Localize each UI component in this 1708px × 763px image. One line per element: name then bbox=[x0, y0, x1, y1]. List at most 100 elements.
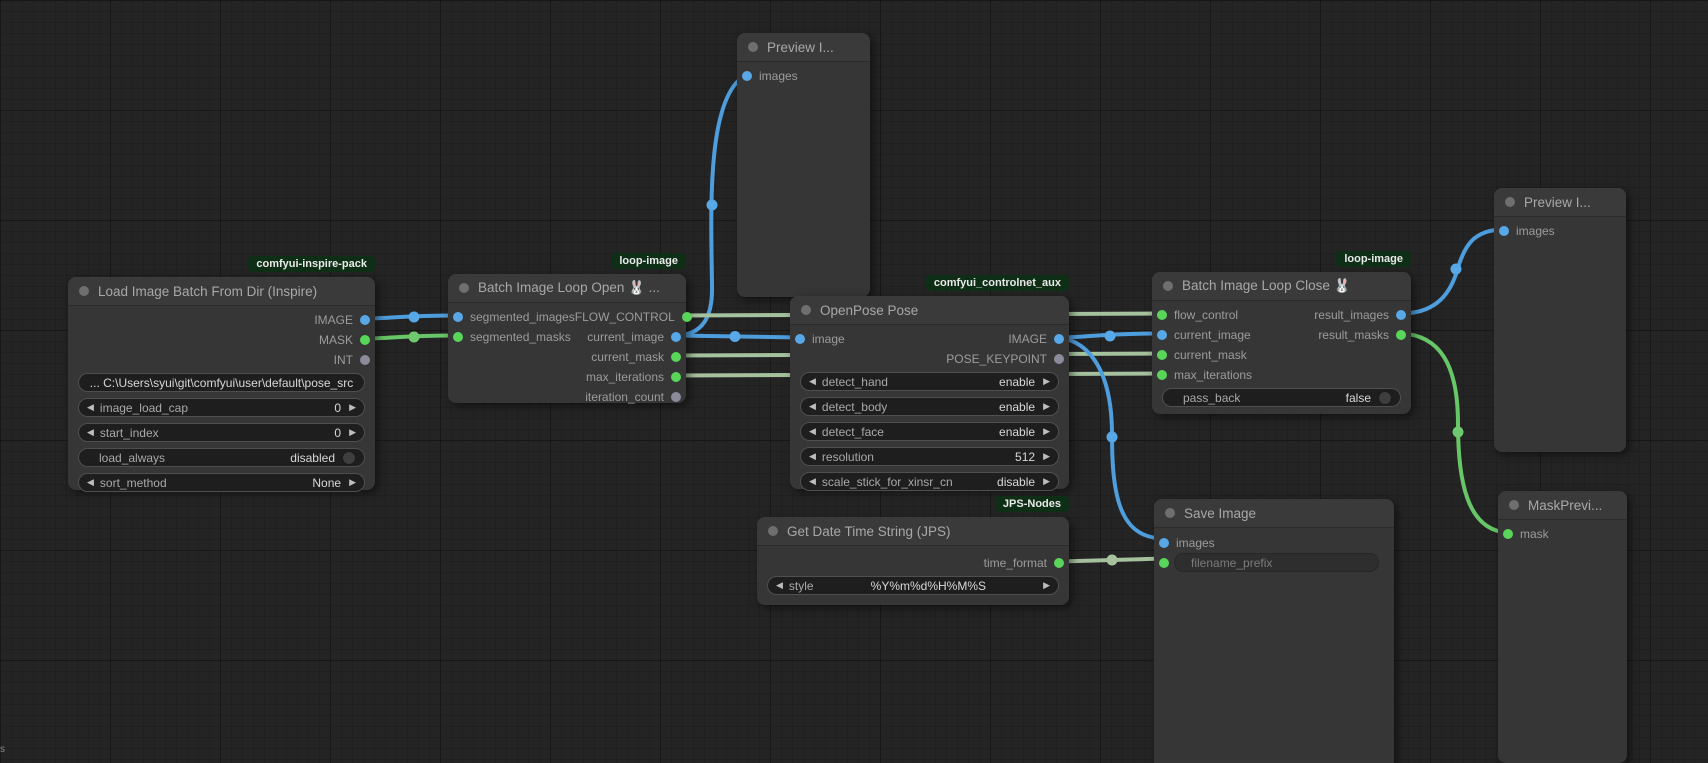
input-port-image[interactable] bbox=[795, 334, 805, 344]
pass-back-toggle[interactable]: pass_back false bbox=[1162, 388, 1401, 407]
output-port-result-images[interactable] bbox=[1396, 310, 1406, 320]
directory-path-value: ... C:\Users\syui\git\comfyui\user\defau… bbox=[90, 376, 353, 390]
decrement-arrow-icon[interactable]: ◀ bbox=[809, 452, 816, 461]
node-graph-canvas[interactable]: Preview I... images comfyui-inspire-pack… bbox=[0, 0, 1708, 763]
input-port-mask[interactable] bbox=[1503, 529, 1513, 539]
node-collapse-dot[interactable] bbox=[459, 283, 469, 293]
output-port-image[interactable] bbox=[1054, 334, 1064, 344]
node-titlebar[interactable]: Batch Image Loop Open 🐰 ... bbox=[448, 274, 686, 303]
node-titlebar[interactable]: MaskPrevi... bbox=[1498, 491, 1627, 520]
node-titlebar[interactable]: Preview I... bbox=[737, 33, 870, 62]
slot-label: segmented_images bbox=[470, 310, 575, 324]
input-port-max-iterations[interactable] bbox=[1157, 370, 1167, 380]
output-port-max-iterations[interactable] bbox=[671, 372, 681, 382]
increment-arrow-icon[interactable]: ▶ bbox=[1043, 377, 1050, 386]
output-port-time-format[interactable] bbox=[1054, 558, 1064, 568]
node-titlebar[interactable]: Save Image bbox=[1154, 499, 1394, 528]
node-load-image-batch[interactable]: comfyui-inspire-pack Load Image Batch Fr… bbox=[68, 277, 375, 490]
output-port-current-image[interactable] bbox=[671, 332, 681, 342]
decrement-arrow-icon[interactable]: ◀ bbox=[87, 428, 94, 437]
increment-arrow-icon[interactable]: ▶ bbox=[349, 478, 356, 487]
node-collapse-dot[interactable] bbox=[1505, 197, 1515, 207]
node-titlebar[interactable]: Get Date Time String (JPS) bbox=[757, 517, 1069, 546]
decrement-arrow-icon[interactable]: ◀ bbox=[809, 377, 816, 386]
node-titlebar[interactable]: Load Image Batch From Dir (Inspire) bbox=[68, 277, 375, 306]
decrement-arrow-icon[interactable]: ◀ bbox=[776, 581, 783, 590]
node-title: Preview I... bbox=[767, 40, 834, 55]
input-port-images[interactable] bbox=[1499, 226, 1509, 236]
detect-face-widget[interactable]: ◀ detect_face enable ▶ bbox=[800, 422, 1059, 441]
load-always-toggle[interactable]: load_always disabled bbox=[78, 448, 365, 467]
widget-value: disabled bbox=[290, 451, 335, 465]
output-port-image[interactable] bbox=[360, 315, 370, 325]
increment-arrow-icon[interactable]: ▶ bbox=[1043, 477, 1050, 486]
decrement-arrow-icon[interactable]: ◀ bbox=[809, 402, 816, 411]
input-port-flow-control[interactable] bbox=[1157, 310, 1167, 320]
resolution-widget[interactable]: ◀ resolution 512 ▶ bbox=[800, 447, 1059, 466]
increment-arrow-icon[interactable]: ▶ bbox=[349, 403, 356, 412]
decrement-arrow-icon[interactable]: ◀ bbox=[87, 478, 94, 487]
output-port-int[interactable] bbox=[360, 355, 370, 365]
node-mask-preview[interactable]: MaskPrevi... mask bbox=[1498, 491, 1627, 763]
node-titlebar[interactable]: Batch Image Loop Close 🐰 bbox=[1152, 272, 1411, 301]
widget-label: resolution bbox=[822, 450, 874, 464]
node-titlebar[interactable]: Preview I... bbox=[1494, 188, 1626, 217]
input-port-segmented-masks[interactable] bbox=[453, 332, 463, 342]
output-port-iteration-count[interactable] bbox=[671, 392, 681, 402]
widget-value: enable bbox=[999, 375, 1035, 389]
node-collapse-dot[interactable] bbox=[768, 526, 778, 536]
widget-label: detect_body bbox=[822, 400, 887, 414]
filename-prefix-input[interactable]: filename_prefix bbox=[1174, 553, 1379, 572]
decrement-arrow-icon[interactable]: ◀ bbox=[87, 403, 94, 412]
widget-value: 0 bbox=[334, 426, 341, 440]
node-collapse-dot[interactable] bbox=[79, 286, 89, 296]
decrement-arrow-icon[interactable]: ◀ bbox=[809, 427, 816, 436]
node-collapse-dot[interactable] bbox=[801, 305, 811, 315]
increment-arrow-icon[interactable]: ▶ bbox=[1043, 581, 1050, 590]
input-port-current-image[interactable] bbox=[1157, 330, 1167, 340]
input-port-images[interactable] bbox=[742, 71, 752, 81]
node-get-date-time-string[interactable]: JPS-Nodes Get Date Time String (JPS) tim… bbox=[757, 517, 1069, 605]
start-index-widget[interactable]: ◀ start_index 0 ▶ bbox=[78, 423, 365, 442]
node-batch-image-loop-close[interactable]: loop-image Batch Image Loop Close 🐰 flow… bbox=[1152, 272, 1411, 414]
output-port-result-masks[interactable] bbox=[1396, 330, 1406, 340]
node-collapse-dot[interactable] bbox=[748, 42, 758, 52]
scale-stick-widget[interactable]: ◀ scale_stick_for_xinsr_cn disable ▶ bbox=[800, 472, 1059, 491]
toggle-knob-icon[interactable] bbox=[342, 451, 356, 465]
directory-path-widget[interactable]: ... C:\Users\syui\git\comfyui\user\defau… bbox=[78, 373, 365, 392]
node-collapse-dot[interactable] bbox=[1165, 508, 1175, 518]
toggle-knob-icon[interactable] bbox=[1378, 391, 1392, 405]
node-collapse-dot[interactable] bbox=[1509, 500, 1519, 510]
slot-label: max_iterations bbox=[586, 370, 664, 384]
decrement-arrow-icon[interactable]: ◀ bbox=[809, 477, 816, 486]
node-preview-image-right[interactable]: Preview I... images bbox=[1494, 188, 1626, 452]
sort-method-widget[interactable]: ◀ sort_method None ▶ bbox=[78, 473, 365, 492]
node-batch-image-loop-open[interactable]: loop-image Batch Image Loop Open 🐰 ... s… bbox=[448, 274, 686, 403]
style-widget[interactable]: ◀ style %Y%m%d%H%M%S ▶ bbox=[767, 576, 1059, 595]
increment-arrow-icon[interactable]: ▶ bbox=[1043, 427, 1050, 436]
increment-arrow-icon[interactable]: ▶ bbox=[1043, 452, 1050, 461]
increment-arrow-icon[interactable]: ▶ bbox=[349, 428, 356, 437]
node-pack-badge: loop-image bbox=[611, 253, 686, 269]
reroute-dot bbox=[409, 332, 420, 343]
slot-label: current_mask bbox=[591, 350, 664, 364]
reroute-dot bbox=[1451, 264, 1462, 275]
node-openpose-pose[interactable]: comfyui_controlnet_aux OpenPose Pose ima… bbox=[790, 296, 1069, 489]
node-save-image[interactable]: Save Image images filename_prefix bbox=[1154, 499, 1394, 763]
input-port-images[interactable] bbox=[1159, 538, 1169, 548]
input-port-segmented-images[interactable] bbox=[453, 312, 463, 322]
detect-body-widget[interactable]: ◀ detect_body enable ▶ bbox=[800, 397, 1059, 416]
increment-arrow-icon[interactable]: ▶ bbox=[1043, 402, 1050, 411]
input-port-current-mask[interactable] bbox=[1157, 350, 1167, 360]
node-collapse-dot[interactable] bbox=[1163, 281, 1173, 291]
output-port-mask[interactable] bbox=[360, 335, 370, 345]
detect-hand-widget[interactable]: ◀ detect_hand enable ▶ bbox=[800, 372, 1059, 391]
reroute-dot bbox=[1107, 555, 1118, 566]
input-port-filename-prefix[interactable] bbox=[1159, 558, 1169, 568]
output-port-current-mask[interactable] bbox=[671, 352, 681, 362]
image-load-cap-widget[interactable]: ◀ image_load_cap 0 ▶ bbox=[78, 398, 365, 417]
node-titlebar[interactable]: OpenPose Pose bbox=[790, 296, 1069, 325]
output-port-pose-keypoint[interactable] bbox=[1054, 354, 1064, 364]
node-preview-image-top[interactable]: Preview I... images bbox=[737, 33, 870, 297]
output-port-flow-control[interactable] bbox=[682, 312, 692, 322]
